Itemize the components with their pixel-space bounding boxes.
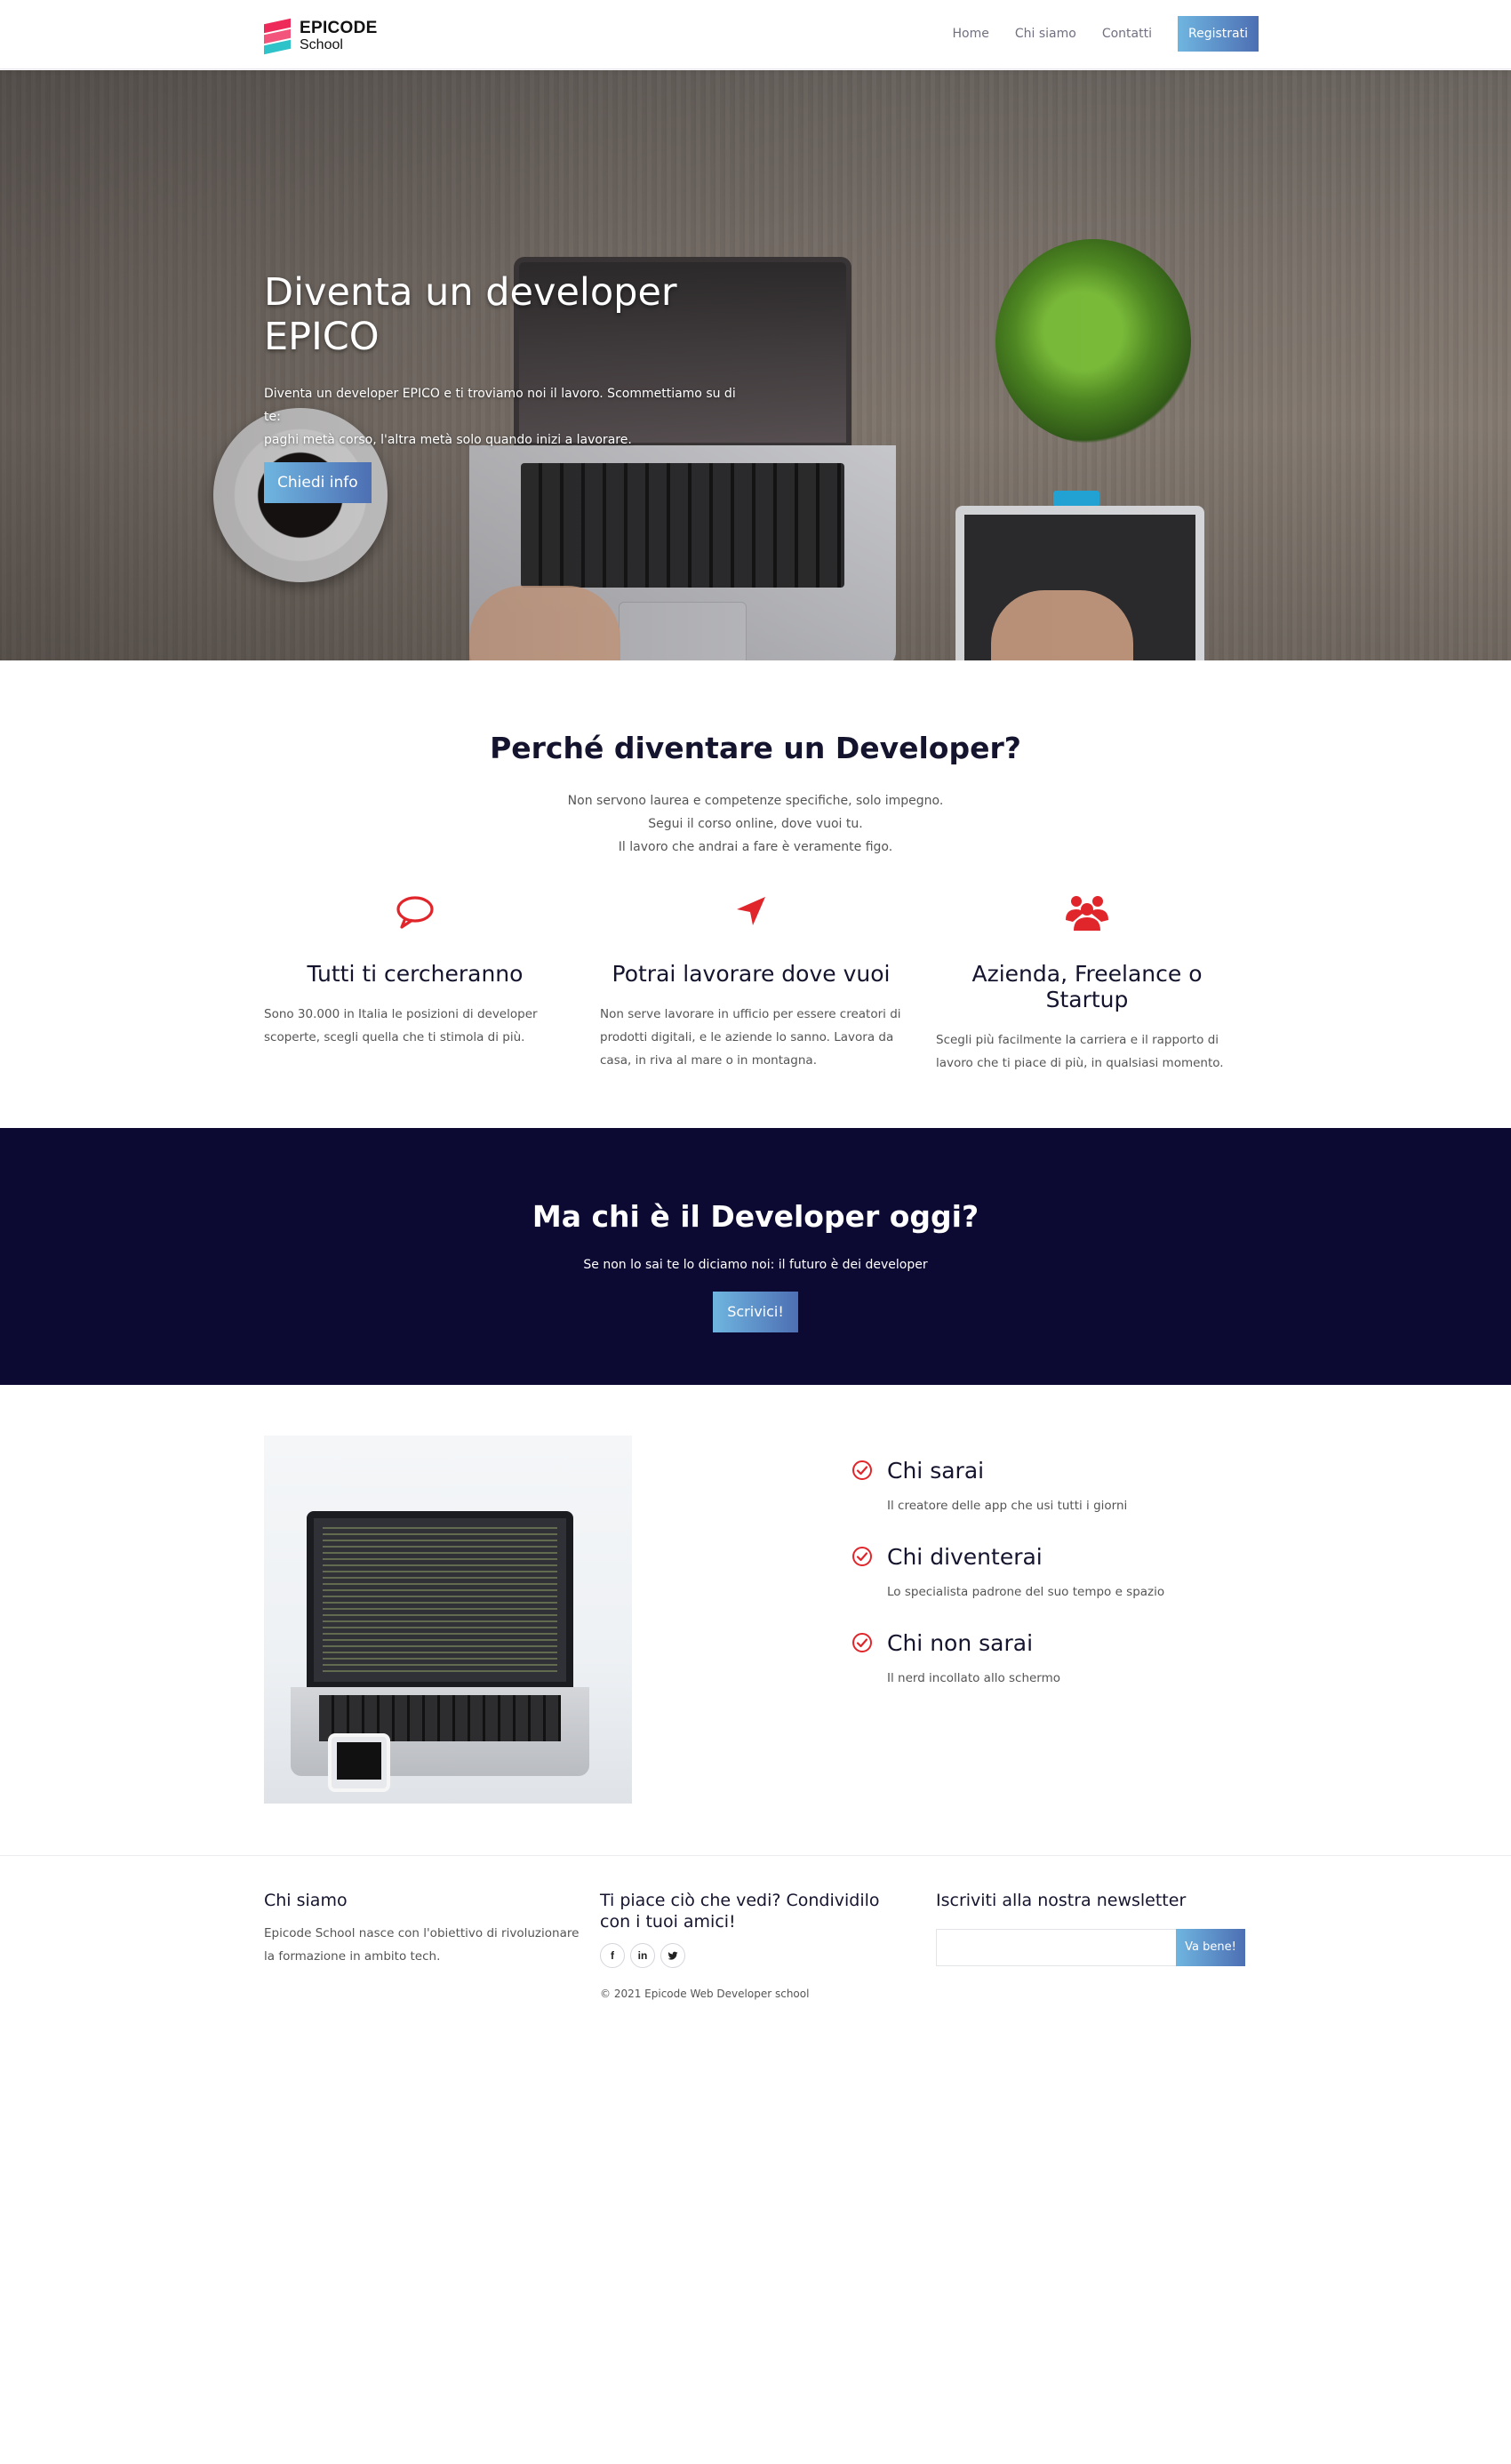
footer-newsletter: Iscriviti alla nostra newsletter Va bene… — [936, 1890, 1256, 1966]
banner-subtitle: Se non lo sai te lo diciamo noi: il futu… — [583, 1258, 928, 1272]
newsletter-title: Iscriviti alla nostra newsletter — [936, 1891, 1187, 1910]
top-navbar: EPICODE School Home Chi siamo Contatti R… — [0, 0, 1511, 69]
developer-today-banner: Ma chi è il Developer oggi? Se non lo sa… — [0, 1128, 1511, 1385]
hero-title: Diventa un developer EPICO — [264, 270, 677, 359]
twitter-icon[interactable] — [660, 1943, 685, 1968]
feature-title: Tutti ti cercheranno — [307, 961, 524, 987]
feature-text: Scegli più facilmente la carriera e il r… — [936, 1033, 1224, 1070]
linkedin-icon[interactable]: in — [630, 1943, 655, 1968]
brand-logo[interactable]: EPICODE School — [264, 18, 378, 55]
newsletter-submit-button[interactable]: Va bene! — [1176, 1929, 1245, 1966]
facebook-icon[interactable]: f — [600, 1943, 625, 1968]
newsletter-form: Va bene! — [936, 1929, 1256, 1966]
speech-bubble-icon — [396, 896, 434, 929]
list-item: Chi sarai Il creatore delle app che usi … — [851, 1458, 1260, 1544]
footer-about-text: Epicode School nasce con l'obiettivo di … — [264, 1926, 580, 1964]
check-circle-icon — [852, 1547, 872, 1566]
list-item: Chi diventerai Lo specialista padrone de… — [851, 1544, 1260, 1630]
feature-card: Potrai lavorare dove vuoi Non serve lavo… — [600, 893, 902, 1072]
footer-share: Ti piace ciò che vedi? Condividilo con i… — [600, 1890, 911, 2000]
footer-divider — [0, 1855, 1511, 1856]
feature-card: Azienda, Freelance o Startup Scegli più … — [936, 893, 1238, 1075]
who-item-text: Il creatore delle app che usi tutti i gi… — [887, 1499, 1128, 1513]
register-button[interactable]: Registrati — [1178, 16, 1259, 52]
who-item-title: Chi non sarai — [887, 1630, 1034, 1656]
hero-text: Diventa un developer EPICO e ti troviamo… — [264, 387, 736, 447]
smartphone-illustration — [328, 1733, 390, 1792]
users-group-icon — [1066, 896, 1108, 931]
why-section-title: Perché diventare un Developer? — [490, 731, 1021, 765]
brand-wordmark: EPICODE School — [300, 20, 378, 53]
footer-about-title: Chi siamo — [264, 1891, 348, 1910]
feature-title: Azienda, Freelance o Startup — [971, 961, 1203, 1012]
list-item: Chi non sarai Il nerd incollato allo sch… — [851, 1630, 1260, 1716]
newsletter-email-input[interactable] — [936, 1929, 1176, 1966]
location-arrow-icon — [737, 897, 765, 925]
who-item-title: Chi diventerai — [887, 1544, 1043, 1570]
laptop-code-photo — [264, 1436, 632, 1804]
brand-name: EPICODE — [300, 19, 378, 37]
who-item-text: Il nerd incollato allo schermo — [887, 1671, 1061, 1685]
who-item-text: Lo specialista padrone del suo tempo e s… — [887, 1585, 1165, 1599]
why-section-subtitle: Non servono laurea e competenze specific… — [567, 794, 944, 854]
feature-text: Sono 30.000 in Italia le posizioni di de… — [264, 1007, 538, 1044]
footer-about: Chi siamo Epicode School nasce con l'obi… — [264, 1890, 584, 1968]
social-links: f in — [600, 1943, 911, 1968]
brand-subname: School — [300, 37, 343, 52]
write-us-button[interactable]: Scrivici! — [713, 1292, 798, 1332]
who-item-title: Chi sarai — [887, 1458, 985, 1484]
ask-info-button[interactable]: Chiedi info — [264, 462, 372, 503]
nav-link-contatti[interactable]: Contatti — [1102, 27, 1152, 41]
copyright-text: © 2021 Epicode Web Developer school — [600, 1988, 810, 2000]
banner-title: Ma chi è il Developer oggi? — [532, 1199, 979, 1234]
who-list: Chi sarai Il creatore delle app che usi … — [851, 1458, 1260, 1716]
epicode-logo-icon — [264, 18, 291, 55]
hero-section: Diventa un developer EPICO Diventa un de… — [0, 70, 1511, 660]
feature-text: Non serve lavorare in ufficio per essere… — [600, 1007, 901, 1068]
check-circle-icon — [852, 1633, 872, 1652]
nav-links: Home Chi siamo Contatti Registrati — [927, 16, 1259, 52]
nav-link-home[interactable]: Home — [953, 27, 989, 41]
nav-link-chi-siamo[interactable]: Chi siamo — [1015, 27, 1076, 41]
feature-card: Tutti ti cercheranno Sono 30.000 in Ital… — [264, 893, 566, 1049]
feature-title: Potrai lavorare dove vuoi — [612, 961, 891, 987]
check-circle-icon — [852, 1460, 872, 1480]
footer-share-title: Ti piace ciò che vedi? Condividilo con i… — [600, 1891, 880, 1932]
hero-content: Diventa un developer EPICO Diventa un de… — [264, 270, 762, 503]
